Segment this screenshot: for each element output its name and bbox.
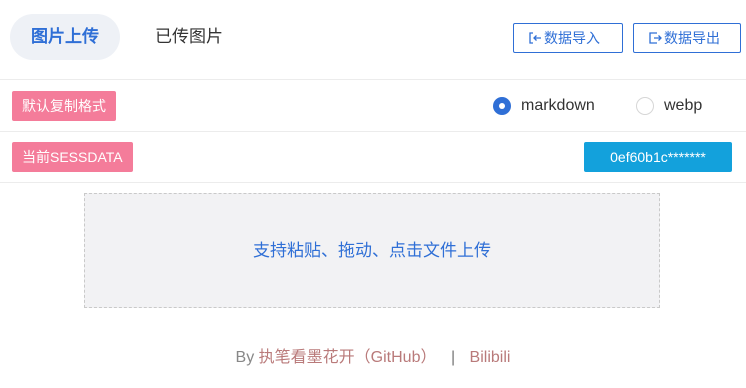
export-icon <box>649 32 662 44</box>
radio-checked-icon <box>493 97 511 115</box>
radio-markdown[interactable]: markdown <box>493 95 595 117</box>
data-import-button[interactable]: 数据导入 <box>513 23 623 53</box>
data-export-label: 数据导出 <box>664 30 720 46</box>
footer-by: By <box>235 349 255 366</box>
radio-unchecked-icon <box>636 97 654 115</box>
radio-webp-label: webp <box>664 97 703 114</box>
copy-format-tag: 默认复制格式 <box>12 91 116 121</box>
copy-format-row: 默认复制格式 markdown webp <box>0 81 746 132</box>
sessdata-tag: 当前SESSDATA <box>12 142 133 172</box>
top-bar: 图片上传 已传图片 数据导入 数据导出 <box>0 0 746 80</box>
tab-uploaded-images[interactable]: 已传图片 <box>134 14 244 60</box>
sessdata-value-button[interactable]: 0ef60b1c******* <box>584 142 732 172</box>
bilibili-link[interactable]: Bilibili <box>470 349 511 366</box>
upload-dropzone[interactable]: 支持粘贴、拖动、点击文件上传 <box>84 193 660 308</box>
sessdata-row: 当前SESSDATA 0ef60b1c******* <box>0 132 746 183</box>
author-github-link[interactable]: 执笔看墨花开（GitHub） <box>259 349 437 366</box>
dropzone-hint: 支持粘贴、拖动、点击文件上传 <box>253 241 491 260</box>
footer-separator: | <box>450 349 456 366</box>
data-export-button[interactable]: 数据导出 <box>633 23 741 53</box>
tab-image-upload[interactable]: 图片上传 <box>10 14 120 60</box>
radio-markdown-label: markdown <box>521 97 595 114</box>
import-icon <box>529 32 541 44</box>
radio-webp[interactable]: webp <box>636 95 702 117</box>
footer: By 执笔看墨花开（GitHub） | Bilibili <box>0 343 746 367</box>
data-import-label: 数据导入 <box>544 30 600 46</box>
